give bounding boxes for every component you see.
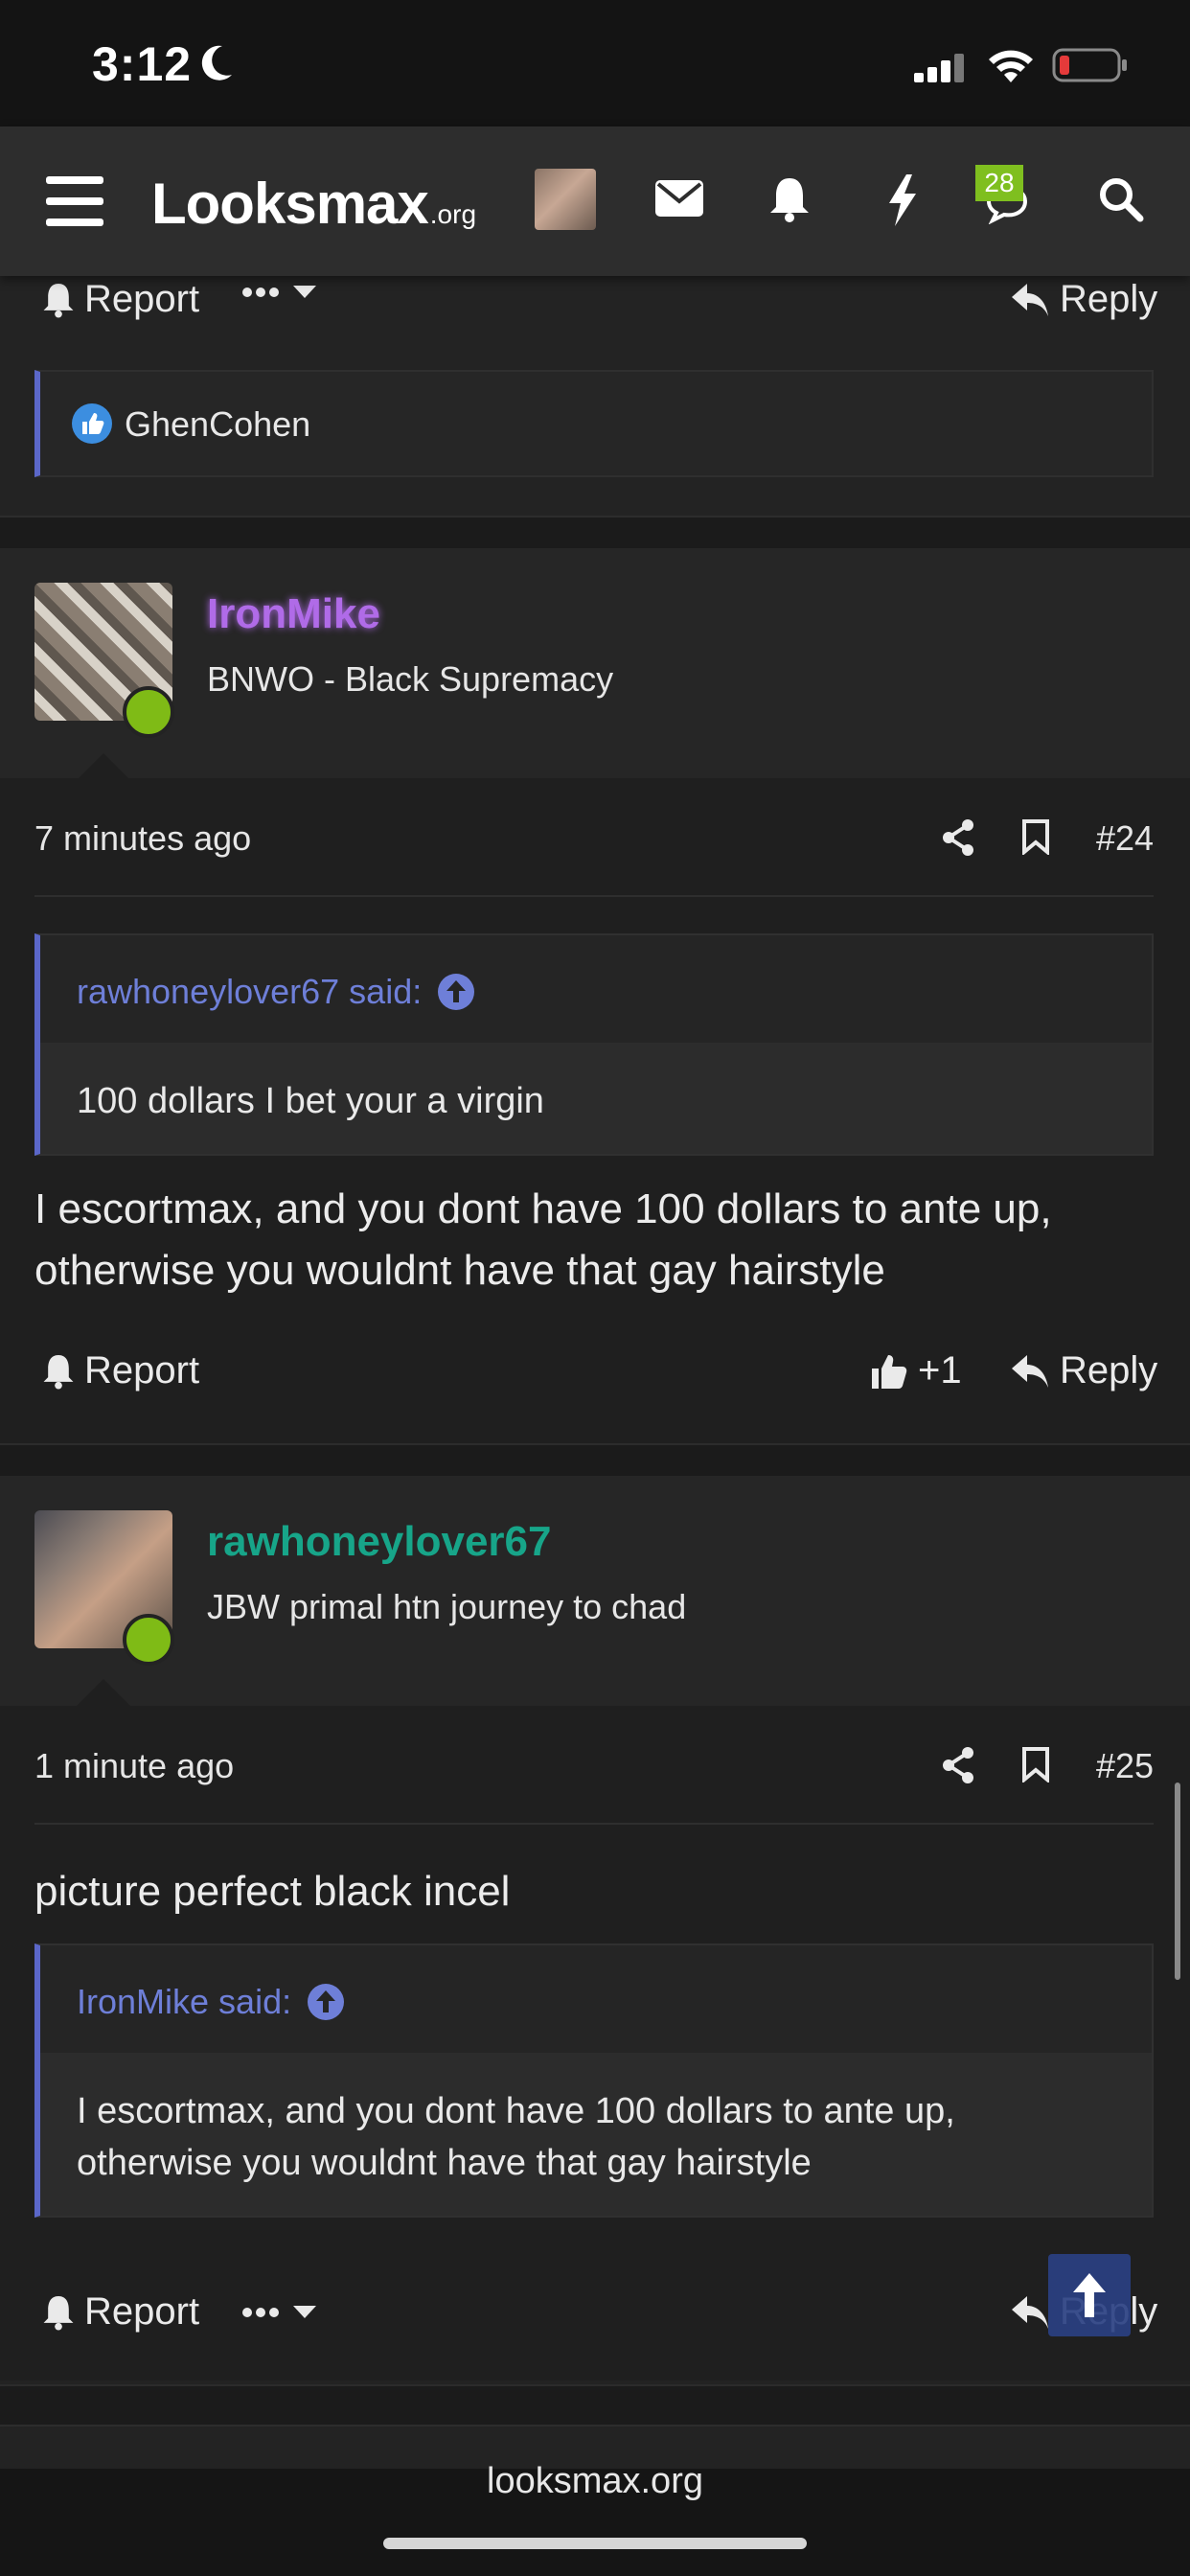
quote-text: I escortmax, and you dont have 100 dolla… [77,2091,955,2183]
like-count: +1 [918,1349,962,1392]
username[interactable]: IronMike [207,590,380,638]
divider [34,895,1154,897]
post-separator [0,2384,1190,2426]
user-avatar[interactable] [535,169,596,230]
envelope-icon[interactable] [655,180,703,217]
header-pointer [77,1679,130,1706]
user-title: BNWO - Black Supremacy [207,659,614,699]
reply-label: Reply [1060,278,1158,320]
post-number[interactable]: #24 [1096,818,1154,859]
caret-down-icon [293,286,316,298]
share-icon[interactable] [941,818,975,857]
post-separator [0,1443,1190,1478]
post-separator [0,516,1190,550]
post-message: picture perfect black incel [34,1868,511,1915]
report-label: Report [84,1349,200,1392]
bell-icon[interactable] [768,176,811,222]
post-message: I escortmax, and you dont have 100 dolla… [34,1185,1052,1294]
menu-icon[interactable] [46,176,103,226]
report-label: Report [84,2290,200,2333]
report-label: Report [84,278,200,320]
scroll-top-button[interactable] [1048,2254,1131,2336]
quote-text: 100 dollars I bet your a virgin [77,1081,544,1121]
ellipsis-icon [242,2308,279,2317]
online-indicator [123,686,174,738]
reply-button[interactable]: Reply [1012,1349,1157,1392]
bell-icon [43,283,74,318]
search-icon[interactable] [1098,176,1144,222]
logo-suffix: .org [429,199,477,229]
bell-icon [43,1354,74,1390]
battery-icon [1052,48,1127,82]
wifi-icon [989,50,1033,82]
more-options-button[interactable] [241,2306,316,2319]
report-button-prev[interactable]: Report [42,278,199,321]
thumbs-up-icon [872,1354,907,1389]
like-icon [72,403,112,444]
home-indicator[interactable] [383,2538,807,2549]
post-time[interactable]: 1 minute ago [34,1746,234,1786]
moon-icon [201,45,232,80]
username[interactable]: rawhoneylover67 [207,1518,552,1566]
scrollbar-thumb[interactable] [1175,1782,1180,1980]
site-logo[interactable]: Looksmax.org [151,171,476,237]
like-button[interactable]: +1 [870,1349,962,1392]
quote-header[interactable]: IronMike said: [77,1982,345,2022]
bookmark-icon[interactable] [1021,1746,1050,1782]
header-pointer [77,753,130,780]
report-button[interactable]: Report [42,1349,199,1392]
arrow-up-icon [1073,2273,1106,2317]
reply-icon [1012,283,1048,316]
caret-down-icon [293,2306,316,2318]
bell-icon [43,2295,74,2331]
more-options-button[interactable] [241,286,316,299]
divider [34,1823,1154,1825]
post-time[interactable]: 7 minutes ago [34,818,251,859]
reply-icon [1012,1354,1048,1388]
url-domain[interactable]: looksmax.org [0,2461,1190,2502]
arrow-up-circle-icon[interactable] [307,1983,345,2021]
quote-author[interactable]: rawhoneylover67 said: [77,972,422,1012]
signal-icon [914,54,964,82]
lightning-icon[interactable] [885,174,920,226]
post-number[interactable]: #25 [1096,1746,1154,1786]
user-title: JBW primal htn journey to chad [207,1587,687,1626]
reply-icon [1012,2295,1048,2329]
logo-text: Looksmax [151,172,429,236]
quote-header[interactable]: rawhoneylover67 said: [77,972,475,1012]
reaction-user[interactable]: GhenCohen [125,404,310,445]
status-time: 3:12 [92,37,193,91]
share-icon[interactable] [941,1746,975,1784]
online-indicator [123,1614,174,1666]
conversations-badge: 28 [975,165,1023,201]
ellipsis-icon [242,288,279,297]
bookmark-icon[interactable] [1021,818,1050,855]
reply-button-prev[interactable]: Reply [1012,278,1157,321]
reply-label: Reply [1060,1349,1158,1392]
quote-author[interactable]: IronMike said: [77,1982,291,2022]
report-button[interactable]: Report [42,2290,199,2334]
arrow-up-circle-icon[interactable] [437,973,475,1011]
